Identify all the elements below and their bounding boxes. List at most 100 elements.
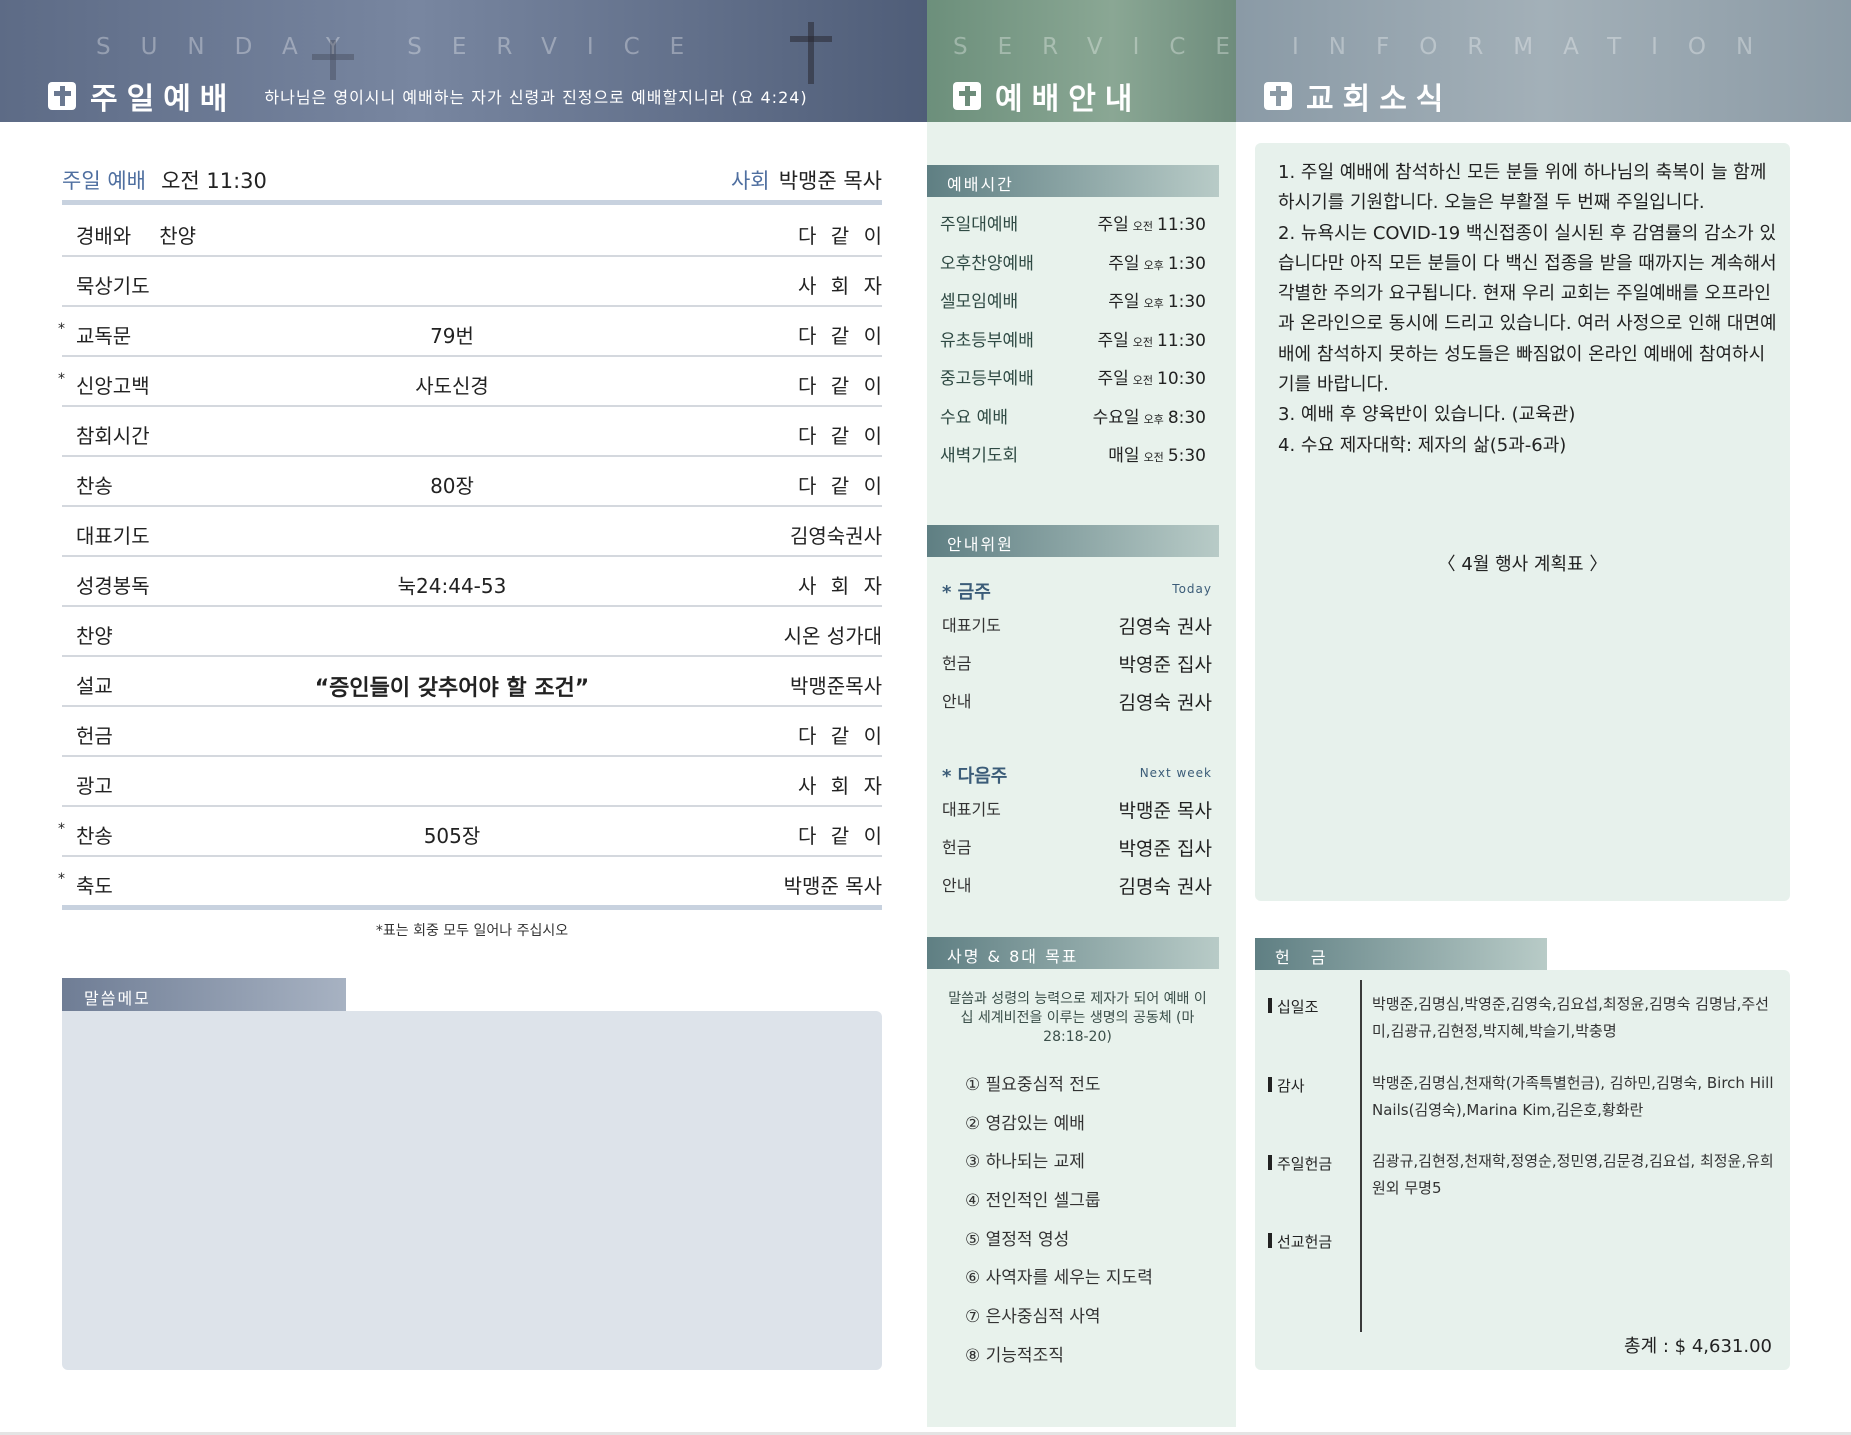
service-leader: 다 같 이: [798, 474, 882, 498]
worship-schedule: 주일 오전 11:30: [1097, 210, 1206, 235]
worship-times-list: 주일대예배 주일 오전 11:30 오후찬양예배 주일 오후 1:30 셀모임예배 주일 오후 1:3…: [940, 210, 1206, 480]
ushers-this-week-title: * 금주: [942, 582, 991, 603]
service-detail: 눅24:44-53: [397, 574, 507, 598]
usher-person: 박영준 집사: [1118, 654, 1212, 676]
worship-time: 8:30: [1167, 407, 1206, 428]
header-title-info: 교회소식: [1264, 74, 1452, 118]
service-row: 묵상기도 사 회 자: [62, 257, 882, 307]
host-label: 사회: [730, 169, 770, 193]
service-item: 묵상기도: [76, 274, 150, 298]
usher-row: 안내 김명숙 권사: [942, 872, 1212, 910]
ushers-next-week-title: * 다음주: [942, 766, 1008, 787]
news-item: 4. 수요 제자대학: 제자의 삶(5과-6과): [1278, 434, 1567, 456]
service-item: 설교: [76, 674, 113, 698]
cross-icon: [1264, 82, 1292, 110]
worship-time-row: 유초등부예배 주일 오전 11:30: [940, 326, 1206, 365]
worship-ampm: 오전: [1132, 374, 1153, 387]
ushers-this-week-header: * 금주 Today: [942, 578, 1212, 612]
mission-goal: ③ 하나되는 교제: [965, 1152, 1085, 1173]
usher-person: 김명숙 권사: [1118, 876, 1212, 898]
service-leader: 사 회 자: [798, 274, 882, 298]
mission-goal: ⑤ 열정적 영성: [965, 1229, 1070, 1250]
worship-schedule: 주일 오전 11:30: [1097, 326, 1206, 351]
service-row: 참회시간 다 같 이: [62, 407, 882, 457]
worship-name: 셀모임예배: [940, 292, 1019, 312]
header-watermark-service: SERVICE: [953, 34, 1236, 60]
mission-goal: ⑥ 사역자를 세우는 지도력: [965, 1268, 1153, 1289]
worship-ampm: 오전: [1132, 220, 1153, 233]
worship-ampm: 오후: [1143, 412, 1164, 426]
header-title-service: 예배안내: [953, 74, 1141, 118]
service-leader: 다 같 이: [798, 724, 882, 748]
worship-time: 11:30: [1157, 330, 1206, 351]
cross-icon: [953, 82, 981, 110]
mission-goal: ⑦ 은사중심적 사역: [965, 1307, 1101, 1328]
usher-row: 대표기도 김영숙 권사: [942, 612, 1212, 650]
worship-time-row: 수요 예배 수요일 오후 8:30: [940, 403, 1206, 442]
usher-row: 안내 김영숙 권사: [942, 688, 1212, 726]
ushers-this-week-tag: Today: [1172, 582, 1212, 596]
usher-role: 헌금: [942, 838, 972, 857]
sunday-service-header: SUNDAY SERVICE 주일예배 하나님은 영이시니 예배하는 자가 신령…: [0, 0, 927, 122]
service-detail: 505장: [423, 824, 481, 848]
mission-goals-list: ① 필요중심적 전도 ② 영감있는 예배 ③ 하나되는 교제 ④ 전인적인 셀그룹 ⑤ …: [965, 1070, 1205, 1380]
service-row: * 신앙고백 사도신경 다 같 이: [58, 357, 882, 407]
worship-day: 주일: [1097, 369, 1129, 389]
host-name: 박맹준 목사: [778, 169, 882, 193]
worship-ampm: 오후: [1143, 258, 1164, 272]
worship-schedule: 주일 오후 1:30: [1108, 287, 1206, 312]
church-news-header: INFORMATION 교회소식: [1236, 0, 1851, 122]
service-item: 참회시간: [76, 424, 150, 448]
header-verse: 하나님은 영이시니 예배하는 자가 신령과 진정으로 예배할지니라 (요 4:2…: [264, 88, 808, 107]
mission-statement: 말씀과 성령의 능력으로 제자가 되어 예배 이십 세계비전을 이루는 생명의 …: [948, 991, 1207, 1045]
divider: [62, 200, 882, 205]
sermon-memo-area[interactable]: [62, 1011, 882, 1370]
worship-time-row: 오후찬양예배 주일 오후 1:30: [940, 249, 1206, 288]
worship-schedule: 주일 오후 1:30: [1108, 249, 1206, 274]
service-row: 성경봉독 눅24:44-53 사 회 자: [62, 557, 882, 607]
header-watermark-sunday: SUNDAY SERVICE: [96, 34, 715, 60]
mission-goal: ④ 전인적인 셀그룹: [965, 1191, 1101, 1212]
service-row: 광고 사 회 자: [62, 757, 882, 807]
service-row: * 축도 박맹준 목사: [58, 857, 882, 907]
worship-time: 11:30: [1157, 215, 1206, 235]
service-row: 헌금 다 같 이: [62, 707, 882, 757]
service-detail: “증인들이 갖추어야 할 조건”: [314, 676, 590, 701]
service-leader: 다 같 이: [798, 824, 882, 848]
ushers-next-week-header: * 다음주 Next week: [942, 762, 1212, 796]
usher-person: 김영숙 권사: [1118, 692, 1212, 714]
news-item: 1. 주일 예배에 참석하신 모든 분들 위에 하나님의 축복이 늘 함께 하시…: [1278, 162, 1767, 214]
worship-time: 1:30: [1167, 253, 1206, 274]
host-info: 사회 박맹준 목사: [731, 165, 882, 195]
offering-category: 감사: [1268, 1075, 1305, 1096]
mission-goal: ① 필요중심적 전도: [965, 1075, 1101, 1095]
offering-total: 총계 : $ 4,631.00: [1624, 1336, 1772, 1357]
worship-day: 매일: [1108, 446, 1140, 466]
usher-row: 대표기도 박맹준 목사: [942, 796, 1212, 834]
service-leader: 다 같 이: [798, 224, 882, 248]
section-title: 교회소식: [1306, 82, 1453, 117]
service-leader: 김영숙권사: [790, 524, 882, 548]
offering-category: 주일헌금: [1268, 1153, 1332, 1174]
mission-goal: ⑧ 기능적조직: [965, 1345, 1064, 1366]
church-news-text: 1. 주일 예배에 참석하신 모든 분들 위에 하나님의 축복이 늘 함께 하시…: [1278, 158, 1778, 461]
standing-mark: *: [58, 871, 65, 887]
service-label: 주일 예배: [62, 169, 146, 193]
standing-mark: *: [58, 821, 65, 837]
worship-time: 10:30: [1157, 369, 1206, 389]
event-plan-link[interactable]: 〈 4월 행사 계획표 〉: [1255, 550, 1790, 576]
service-info-header: SERVICE 예배안내: [927, 0, 1236, 122]
worship-day: 주일: [1097, 330, 1129, 351]
usher-person: 박영준 집사: [1118, 838, 1212, 860]
worship-time-row: 셀모임예배 주일 오후 1:30: [940, 287, 1206, 326]
service-row: 찬송 80장 다 같 이: [62, 457, 882, 507]
service-item: 헌금: [76, 724, 113, 748]
service-detail: 80장: [430, 474, 474, 498]
service-leader: 박맹준 목사: [783, 874, 882, 898]
service-leader: 다 같 이: [798, 324, 882, 348]
service-row: 설교 “증인들이 갖추어야 할 조건” 박맹준목사: [62, 657, 882, 707]
news-item: 3. 예배 후 양육반이 있습니다. (교육관): [1278, 404, 1576, 426]
usher-person: 김영숙 권사: [1118, 616, 1212, 638]
service-leader: 시온 성가대: [783, 624, 882, 648]
service-row: * 찬송 505장 다 같 이: [58, 807, 882, 857]
